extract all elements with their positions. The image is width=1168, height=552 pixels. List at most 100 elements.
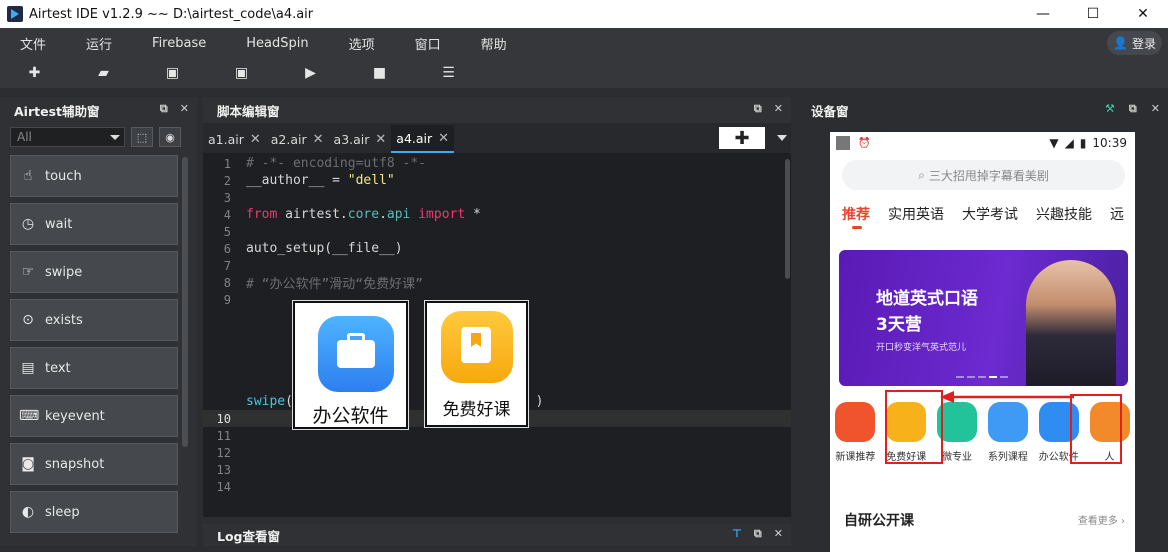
menu-help[interactable]: 帮助 (461, 34, 527, 53)
notification-icon (836, 136, 850, 150)
float-icon[interactable]: ⧉ (160, 102, 168, 116)
code-token: # -*- encoding=utf8 -*- (246, 156, 427, 171)
close-panel-icon[interactable]: ✕ (774, 527, 783, 541)
line-number: 8 (223, 275, 231, 290)
close-icon[interactable]: ✕ (375, 132, 386, 147)
action-touch[interactable]: ☝ touch (10, 155, 178, 197)
image-template-free-course[interactable]: 免费好课 (424, 300, 529, 428)
keyboard-icon: ⌨ (19, 408, 40, 424)
tab-a4[interactable]: a4.air ✕ (391, 125, 455, 153)
action-label: snapshot (45, 456, 105, 472)
code-line[interactable]: 11 (203, 427, 791, 444)
plus-icon[interactable]: ✚ (0, 65, 69, 81)
code-line[interactable]: 2 __author__ = "dell" (203, 172, 791, 189)
category-college-exam[interactable]: 大学考试 (962, 204, 1018, 224)
tab-a2[interactable]: a2.air ✕ (266, 125, 329, 153)
tab-label: a2.air (270, 131, 307, 147)
menu-window[interactable]: 窗口 (395, 34, 461, 53)
view-more-link[interactable]: 查看更多 › (1078, 512, 1125, 527)
action-keyevent[interactable]: ⌨ keyevent (10, 395, 178, 437)
action-wait[interactable]: ◷ wait (10, 203, 178, 245)
menu-bar: 文件 运行 Firebase HeadSpin 选项 窗口 帮助 👤 登录 (0, 28, 1168, 58)
code-line[interactable]: 13 (203, 461, 791, 478)
code-token: # “办公软件”滑动“免费好课” (246, 277, 423, 292)
entry-series-courses[interactable]: 系列课程 (982, 402, 1033, 463)
promo-banner[interactable]: 地道英式口语 3天营 开口秒变洋气英式范儿 (839, 250, 1128, 386)
api-filter-select[interactable]: All (10, 127, 125, 147)
menu-file[interactable]: 文件 (0, 34, 66, 53)
code-line[interactable]: 14 (203, 478, 791, 495)
filter-icon[interactable]: ⊤ (732, 527, 742, 541)
tab-a3[interactable]: a3.air ✕ (329, 125, 392, 153)
scrollbar[interactable] (785, 159, 790, 279)
log-panel: Log查看窗 ⊤ ⧉ ✕ (203, 524, 791, 546)
action-sleep[interactable]: ◐ sleep (10, 491, 178, 533)
tools-icon[interactable]: ⚒ (1105, 102, 1115, 116)
entry-label: 系列课程 (987, 452, 1028, 463)
scrollbar[interactable] (182, 157, 188, 447)
line-number: 10 (216, 411, 231, 426)
minimize-button[interactable]: — (1018, 0, 1068, 28)
app-search-bar[interactable]: ⌕ 三大招甩掉字幕看美剧 (842, 160, 1125, 190)
capture-icon[interactable]: ⬚ (131, 127, 153, 147)
record-icon[interactable]: ◉ (159, 127, 181, 147)
float-icon[interactable]: ⧉ (754, 102, 762, 116)
close-icon[interactable]: ✕ (313, 132, 324, 147)
menu-headspin[interactable]: HeadSpin (226, 36, 328, 51)
category-practical-english[interactable]: 实用英语 (888, 204, 944, 224)
stop-icon[interactable]: ■ (345, 65, 414, 81)
action-label: text (45, 360, 71, 376)
code-token: api (386, 207, 411, 222)
line-number: 6 (223, 241, 231, 256)
close-icon[interactable]: ✕ (438, 131, 449, 146)
action-snapshot[interactable]: ◙ snapshot (10, 443, 178, 485)
moon-icon: ◐ (21, 504, 35, 520)
float-icon[interactable]: ⧉ (754, 527, 762, 541)
action-label: exists (45, 312, 83, 328)
action-text[interactable]: ▤ text (10, 347, 178, 389)
panel-title: Airtest辅助窗 (14, 103, 100, 119)
action-exists[interactable]: ⊙ exists (10, 299, 178, 341)
action-label: sleep (45, 504, 80, 520)
float-icon[interactable]: ⧉ (1129, 102, 1137, 116)
script-editor-panel: 脚本编辑窗 ⧉ ✕ a1.air ✕ a2.air ✕ a3.air ✕ a4.air ✕… (203, 97, 791, 517)
entry-new-courses[interactable]: 新课推荐 (830, 402, 881, 463)
category-more[interactable]: 远 (1110, 204, 1124, 224)
image-template-office[interactable]: 办公软件 (292, 300, 409, 430)
tab-a1[interactable]: a1.air ✕ (203, 125, 266, 153)
save-as-icon[interactable]: ▣ (207, 65, 276, 81)
line-number: 7 (223, 258, 231, 273)
code-line[interactable]: 8 # “办公软件”滑动“免费好课” (203, 274, 791, 293)
device-screen[interactable]: ⏰ ▼ ◢ ▮ 10:39 ⌕ 三大招甩掉字幕看美剧 推荐 实用英语 大学考试 … (830, 132, 1135, 552)
menu-firebase[interactable]: Firebase (132, 36, 226, 51)
close-icon[interactable]: ✕ (250, 132, 261, 147)
code-line[interactable]: 12 (203, 444, 791, 461)
action-swipe[interactable]: ☞ swipe (10, 251, 178, 293)
wifi-icon: ▼ (1049, 136, 1059, 150)
folder-icon[interactable]: ▰ (69, 65, 138, 81)
line-number: 4 (223, 207, 231, 222)
menu-options[interactable]: 选项 (329, 34, 395, 53)
log-icon[interactable]: ☰ (414, 65, 483, 81)
close-panel-icon[interactable]: ✕ (774, 102, 783, 116)
code-line[interactable]: 3 (203, 189, 791, 206)
close-panel-icon[interactable]: ✕ (1151, 102, 1160, 116)
code-line[interactable]: 1 # -*- encoding=utf8 -*- (203, 155, 791, 172)
close-button[interactable]: ✕ (1118, 0, 1168, 28)
code-line[interactable]: 7 (203, 257, 791, 274)
menu-run[interactable]: 运行 (66, 34, 132, 53)
battery-icon: ▮ (1079, 136, 1087, 150)
play-icon[interactable]: ▶ (276, 65, 345, 81)
category-recommend[interactable]: 推荐 (842, 204, 870, 229)
login-button[interactable]: 👤 登录 (1107, 31, 1162, 55)
image-caption: 办公软件 (312, 405, 389, 427)
chevron-down-icon[interactable] (777, 135, 787, 141)
code-line[interactable]: 5 (203, 223, 791, 240)
close-panel-icon[interactable]: ✕ (180, 102, 189, 116)
save-icon[interactable]: ▣ (138, 65, 207, 81)
maximize-button[interactable]: ☐ (1068, 0, 1118, 28)
code-line[interactable]: 4 from airtest.core.api import * (203, 206, 791, 223)
new-tab-button[interactable]: ✚ (719, 127, 765, 149)
code-line[interactable]: 6 auto_setup(__file__) (203, 240, 791, 257)
category-interest-skills[interactable]: 兴趣技能 (1036, 204, 1092, 224)
